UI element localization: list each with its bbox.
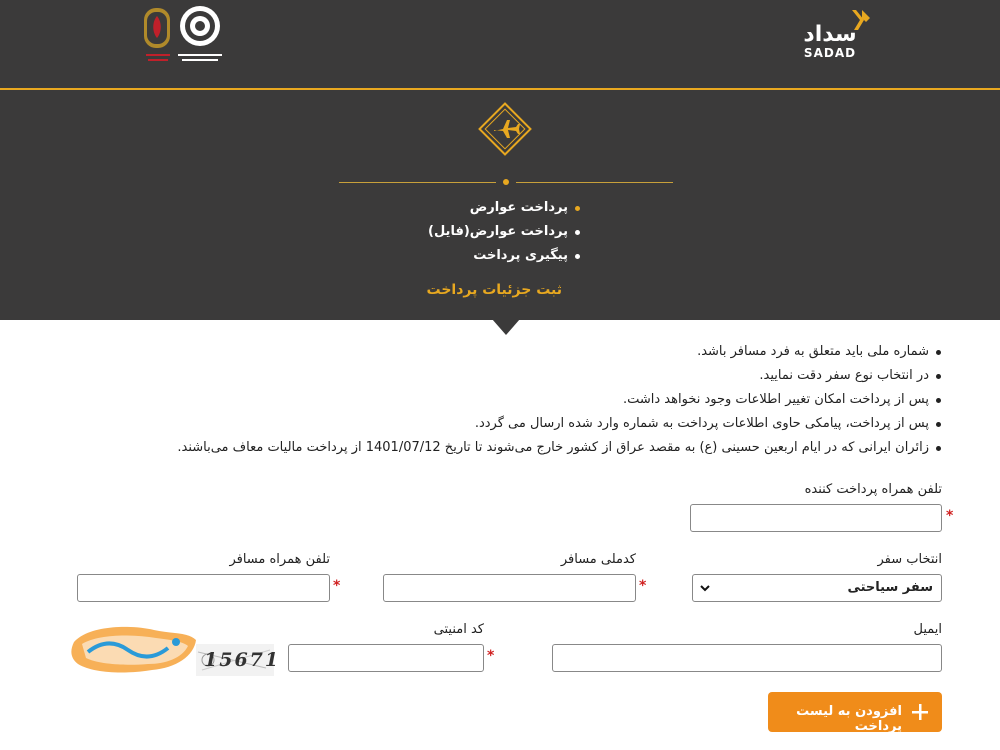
- captcha-image: 15671: [196, 644, 278, 676]
- tax-organization-emblem-icon: [178, 6, 222, 61]
- note-bullet-icon: [936, 398, 941, 403]
- note-text: در انتخاب نوع سفر دقت نمایید.: [759, 368, 929, 383]
- captcha-text: 15671: [204, 649, 281, 671]
- menu-item-label: پرداخت عوارض(فایل): [428, 224, 568, 239]
- add-to-payment-list-button[interactable]: افزودن به لیست پرداخت: [768, 692, 942, 734]
- airplane-icon: [478, 102, 532, 156]
- payer-phone-input[interactable]: [690, 504, 942, 532]
- note-bullet-icon: [936, 350, 941, 355]
- note-bullet-icon: [936, 374, 941, 379]
- brand-name-en: SADAD: [803, 46, 857, 60]
- ornament-line-right: [516, 182, 673, 183]
- top-bar: سداد SADAD: [0, 0, 1000, 88]
- passenger-phone-input[interactable]: [77, 574, 330, 602]
- ornament-line-left: [339, 182, 496, 183]
- note-text: زائران ایرانی که در ایام اربعین حسینی (ع…: [177, 440, 929, 455]
- list-item: زائران ایرانی که در ایام اربعین حسینی (ع…: [150, 436, 945, 460]
- menu-item-pay-tolls-file[interactable]: پرداخت عوارض(فایل): [380, 220, 580, 244]
- site-watermark-logo: [71, 626, 196, 673]
- section-title: ثبت جزئیات پرداخت: [426, 282, 563, 298]
- service-menu: پرداخت عوارض پرداخت عوارض(فایل) پیگیری پ…: [380, 196, 580, 268]
- note-text: پس از پرداخت امکان تغییر اطلاعات وجود نخ…: [622, 392, 929, 407]
- security-code-label: کد امنیتی: [433, 622, 484, 637]
- header-divider: [0, 88, 1000, 90]
- list-item: پس از پرداخت امکان تغییر اطلاعات وجود نخ…: [150, 388, 945, 412]
- menu-item-pay-tolls[interactable]: پرداخت عوارض: [380, 196, 580, 220]
- required-mark: *: [487, 648, 495, 664]
- brand-name-fa: سداد: [803, 22, 857, 47]
- national-code-label: کدملی مسافر: [560, 552, 636, 567]
- plus-icon: [912, 704, 928, 720]
- note-text: پس از پرداخت، پیامکی حاوی اطلاعات پرداخت…: [474, 416, 929, 431]
- security-code-input[interactable]: [288, 644, 484, 672]
- note-text: شماره ملی باید متعلق به فرد مسافر باشد.: [697, 344, 929, 359]
- list-item: در انتخاب نوع سفر دقت نمایید.: [150, 364, 945, 388]
- menu-item-label: پیگیری پرداخت: [473, 248, 568, 263]
- trip-type-value: سفر سیاحتی: [847, 580, 933, 595]
- passenger-phone-label: تلفن همراه مسافر: [229, 552, 330, 567]
- menu-item-label: پرداخت عوارض: [469, 200, 568, 215]
- menu-item-track-payment[interactable]: پیگیری پرداخت: [380, 244, 580, 268]
- national-code-input[interactable]: [383, 574, 636, 602]
- payer-phone-label: تلفن همراه پرداخت کننده: [804, 482, 942, 497]
- section-pointer: [492, 319, 520, 335]
- government-emblems-logo: [144, 6, 222, 61]
- add-button-label: افزودن به لیست پرداخت: [796, 704, 902, 734]
- note-bullet-icon: [936, 446, 941, 451]
- required-mark: *: [946, 508, 954, 524]
- bank-melli-emblem-icon: [144, 8, 170, 61]
- chevron-down-icon: [700, 585, 710, 592]
- instructions-list: شماره ملی باید متعلق به فرد مسافر باشد. …: [150, 340, 945, 460]
- email-label: ایمیل: [913, 622, 942, 637]
- email-input[interactable]: [552, 644, 942, 672]
- list-item: شماره ملی باید متعلق به فرد مسافر باشد.: [150, 340, 945, 364]
- sadad-logo[interactable]: سداد SADAD: [800, 8, 880, 63]
- menu-bullet-icon: [575, 230, 580, 235]
- required-mark: *: [333, 578, 341, 594]
- trip-type-label: انتخاب سفر: [877, 552, 942, 567]
- ornament-dot: [503, 179, 509, 185]
- menu-bullet-icon: [575, 206, 580, 211]
- note-bullet-icon: [936, 422, 941, 427]
- list-item: پس از پرداخت، پیامکی حاوی اطلاعات پرداخت…: [150, 412, 945, 436]
- menu-bullet-icon: [575, 254, 580, 259]
- required-mark: *: [639, 578, 647, 594]
- page-header: سداد SADAD پرداخت عوارض پرداخت عوارض(فای…: [0, 0, 1000, 320]
- trip-type-select[interactable]: سفر سیاحتی: [692, 574, 942, 602]
